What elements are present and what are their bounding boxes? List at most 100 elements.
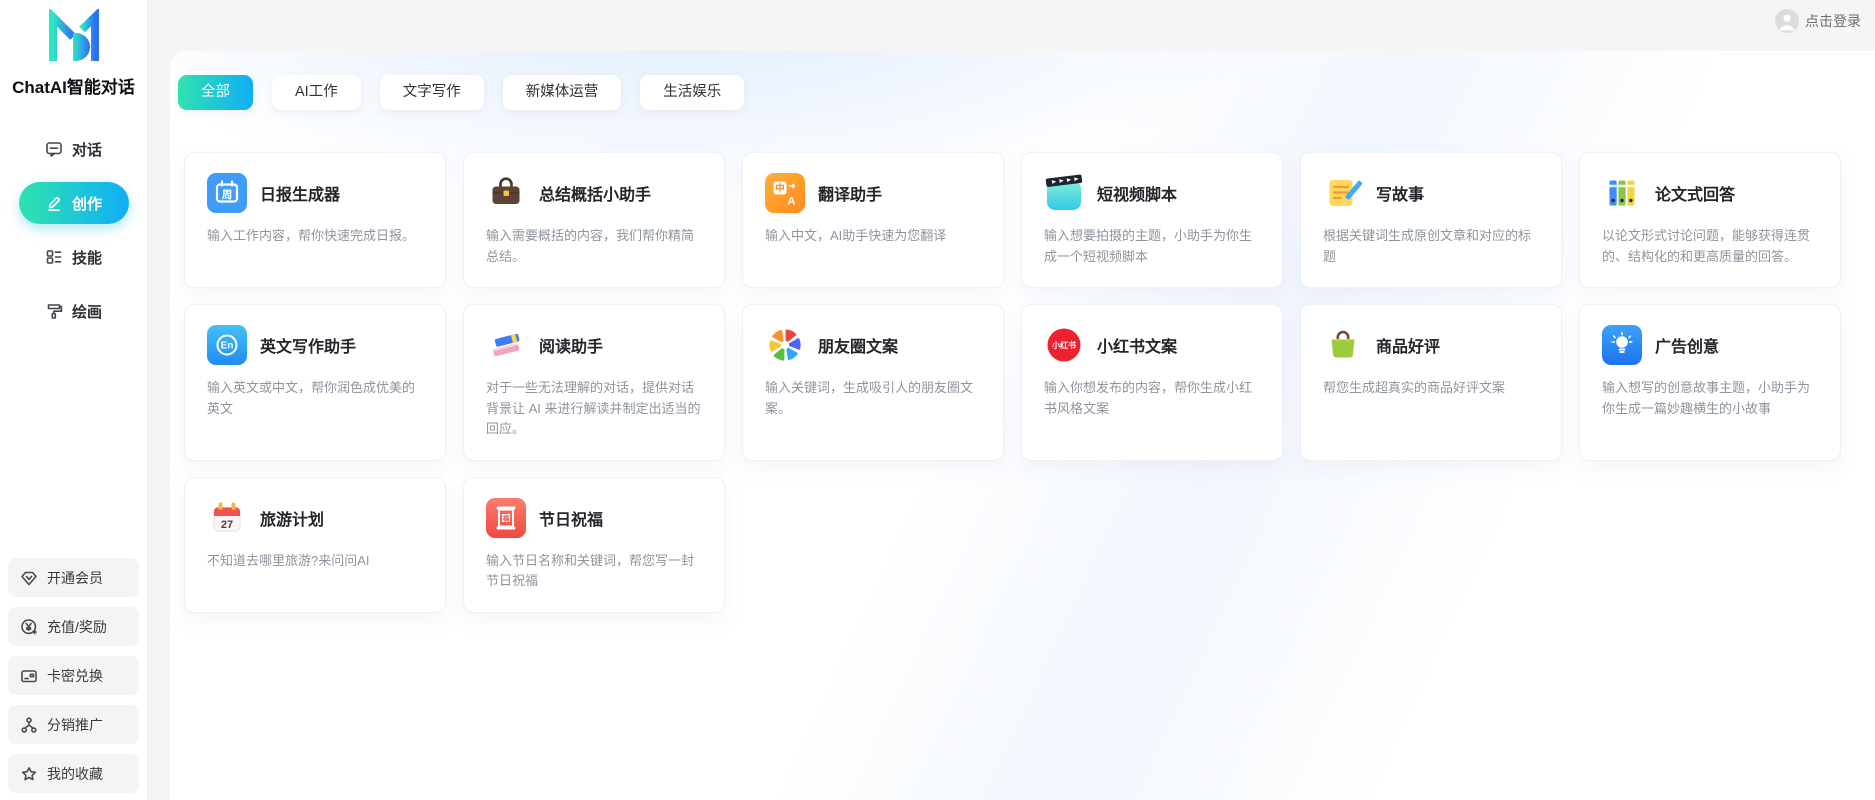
tool-card[interactable]: 朋友圈文案 输入关键词，生成吸引人的朋友圈文案。 [742,304,1004,461]
tool-card[interactable]: 小红书 小红书文案输入你想发布的内容，帮你生成小红书风格文案 [1021,304,1283,461]
clapper-icon [1044,173,1084,213]
card-description: 以论文形式讨论问题，能够获得连贯的、结构化的和更高质量的回答。 [1602,228,1811,264]
network-icon [20,716,38,734]
tool-card[interactable]: 总结概括小助手输入需要概括的内容，我们帮你精简总结。 [463,152,725,289]
sidebar-item[interactable]: 绘画 [19,290,129,332]
svg-text:周: 周 [222,189,233,201]
star-icon [20,765,38,783]
tool-card[interactable]: 周 日报生成器输入工作内容，帮你快速完成日报。 [184,152,446,289]
card-title: 写故事 [1376,187,1425,204]
card-description: 输入英文或中文，帮你润色成优美的英文 [207,380,416,416]
memo-pencil-icon [1323,173,1363,213]
app-logo-icon [43,8,105,64]
category-tab[interactable]: 生活娱乐 [640,75,745,110]
card-description: 输入想要拍摄的主题，小助手为你生成一个短视频脚本 [1044,228,1253,264]
calendar-27-icon: 27 [207,498,247,538]
svg-text:福: 福 [502,513,510,522]
svg-text:En: En [221,341,234,352]
card-head: 广告创意 [1602,325,1818,366]
svg-text:A: A [788,196,796,208]
utility-item-label: 充值/奖励 [47,618,107,635]
utility-item[interactable]: 分销推广 [8,705,139,744]
tool-card[interactable]: 写故事根据关键词生成原创文章和对应的标题 [1300,152,1562,289]
category-tab[interactable]: 全部 [178,75,253,110]
tool-card[interactable]: 中 A 翻译助手输入中文，AI助手快速为您翻译 [742,152,1004,289]
books-icon [486,325,526,365]
card-description: 输入想写的创意故事主题，小助手为你生成一篇妙趣横生的小故事 [1602,380,1811,416]
card-head: 中 A 翻译助手 [765,173,981,213]
card-head: 写故事 [1323,173,1539,213]
sidebar-item-label: 技能 [71,249,102,267]
tool-card[interactable]: 商品好评帮您生成超真实的商品好评文案 [1300,304,1562,461]
sidebar-item[interactable]: 对话 [19,128,129,170]
card-description: 不知道去哪里旅游?来问问AI [207,552,370,568]
sidebar-item[interactable]: 创作 [18,182,129,224]
moments-icon [765,325,805,365]
utility-item-label: 分销推广 [47,716,103,733]
card-title: 商品好评 [1376,339,1441,357]
utility-item[interactable]: 卡密兑换 [8,656,139,695]
tool-card[interactable]: 论文式回答以论文形式讨论问题，能够获得连贯的、结构化的和更高质量的回答。 [1579,152,1841,289]
card-icon [20,667,38,685]
briefcase-icon [486,173,526,213]
card-title: 短视频脚本 [1097,187,1178,204]
card-title: 英文写作助手 [260,339,357,357]
card-description: 根据关键词生成原创文章和对应的标题 [1323,228,1532,264]
utility-item[interactable]: 开通会员 [8,558,139,597]
tool-card[interactable]: En 英文写作助手输入英文或中文，帮你润色成优美的英文 [184,304,446,461]
card-head: En 英文写作助手 [207,325,423,366]
sidebar-utilities: 开通会员充值/奖励卡密兑换分销推广我的收藏 [8,558,139,793]
bulb-icon [1602,325,1642,366]
card-head: 小红书 小红书文案 [1044,325,1260,365]
svg-text:27: 27 [221,518,233,530]
daily-report-icon: 周 [207,173,247,213]
english-icon: En [207,325,247,366]
card-description: 对于一些无法理解的对话，提供对话背景让 AI 来进行解读并制定出适当的回应。 [486,380,701,437]
card-title: 小红书文案 [1097,339,1178,357]
tool-card[interactable]: 广告创意输入想写的创意故事主题，小助手为你生成一篇妙趣横生的小故事 [1579,304,1841,461]
tool-card[interactable]: 福 节日祝福 输入节日名称和关键词，帮您写一封节日祝福 [463,476,725,613]
category-tab[interactable]: AI工作 [272,75,361,110]
card-head: 阅读助手 [486,325,702,365]
sidebar-item[interactable]: 技能 [19,236,129,278]
paint-icon [45,302,63,320]
tool-card[interactable]: 短视频脚本输入想要拍摄的主题，小助手为你生成一个短视频脚本 [1021,152,1283,289]
card-description: 输入需要概括的内容，我们帮你精简总结。 [486,228,695,264]
login-label: 点击登录 [1805,13,1861,29]
binders-icon [1602,173,1642,213]
card-description: 输入关键词，生成吸引人的朋友圈文案。 [765,380,974,416]
card-description: 输入工作内容，帮你快速完成日报。 [207,228,416,243]
skills-icon [45,248,63,266]
card-title: 日报生成器 [260,187,341,204]
sidebar: ChatAI智能对话 对话 创作 技能 绘画 开通会员 充值/奖励 卡密兑换 分销推广 我的收… [0,0,148,800]
login-button[interactable]: 点击登录 [1775,9,1861,33]
card-description: 帮您生成超真实的商品好评文案 [1323,380,1506,396]
utility-item[interactable]: 充值/奖励 [8,607,139,646]
card-head: 短视频脚本 [1044,173,1260,213]
card-head: 27 旅游计划 [207,498,423,538]
card-title: 论文式回答 [1655,187,1736,204]
card-description: 输入你想发布的内容，帮你生成小红书风格文案 [1044,380,1253,416]
card-head: 福 节日祝福 [486,497,702,538]
card-head: 论文式回答 [1602,173,1818,213]
utility-item-label: 我的收藏 [47,765,103,782]
shopping-bag-icon [1323,325,1363,365]
category-tab[interactable]: 新媒体运营 [502,75,622,110]
utility-item-label: 卡密兑换 [47,667,103,684]
card-title: 节日祝福 [539,511,604,529]
category-tab[interactable]: 文字写作 [379,75,484,110]
card-description: 输入中文，AI助手快速为您翻译 [765,228,947,243]
svg-text:中: 中 [775,182,785,194]
tool-card[interactable]: 27 旅游计划不知道去哪里旅游?来问问AI [184,476,446,613]
coin-yen-icon [20,618,38,636]
main-panel: 全部 AI工作 文字写作 新媒体运营 生活娱乐 周 日报生成器输入工作内容，帮你快速完成日… [170,51,1875,800]
tool-card[interactable]: 阅读助手对于一些无法理解的对话，提供对话背景让 AI 来进行解读并制定出适当的回… [463,304,725,461]
cards-grid: 周 日报生成器输入工作内容，帮你快速完成日报。 总结概括小助手输入需要概括的内容，我… [184,152,1841,613]
utility-item[interactable]: 我的收藏 [8,754,139,793]
translate-icon: 中A [765,173,805,213]
card-head: 商品好评 [1323,325,1539,365]
chat-icon [45,140,63,158]
card-title: 总结概括小助手 [539,187,652,204]
sidebar-item-label: 创作 [71,195,102,213]
avatar-icon [1775,9,1799,33]
